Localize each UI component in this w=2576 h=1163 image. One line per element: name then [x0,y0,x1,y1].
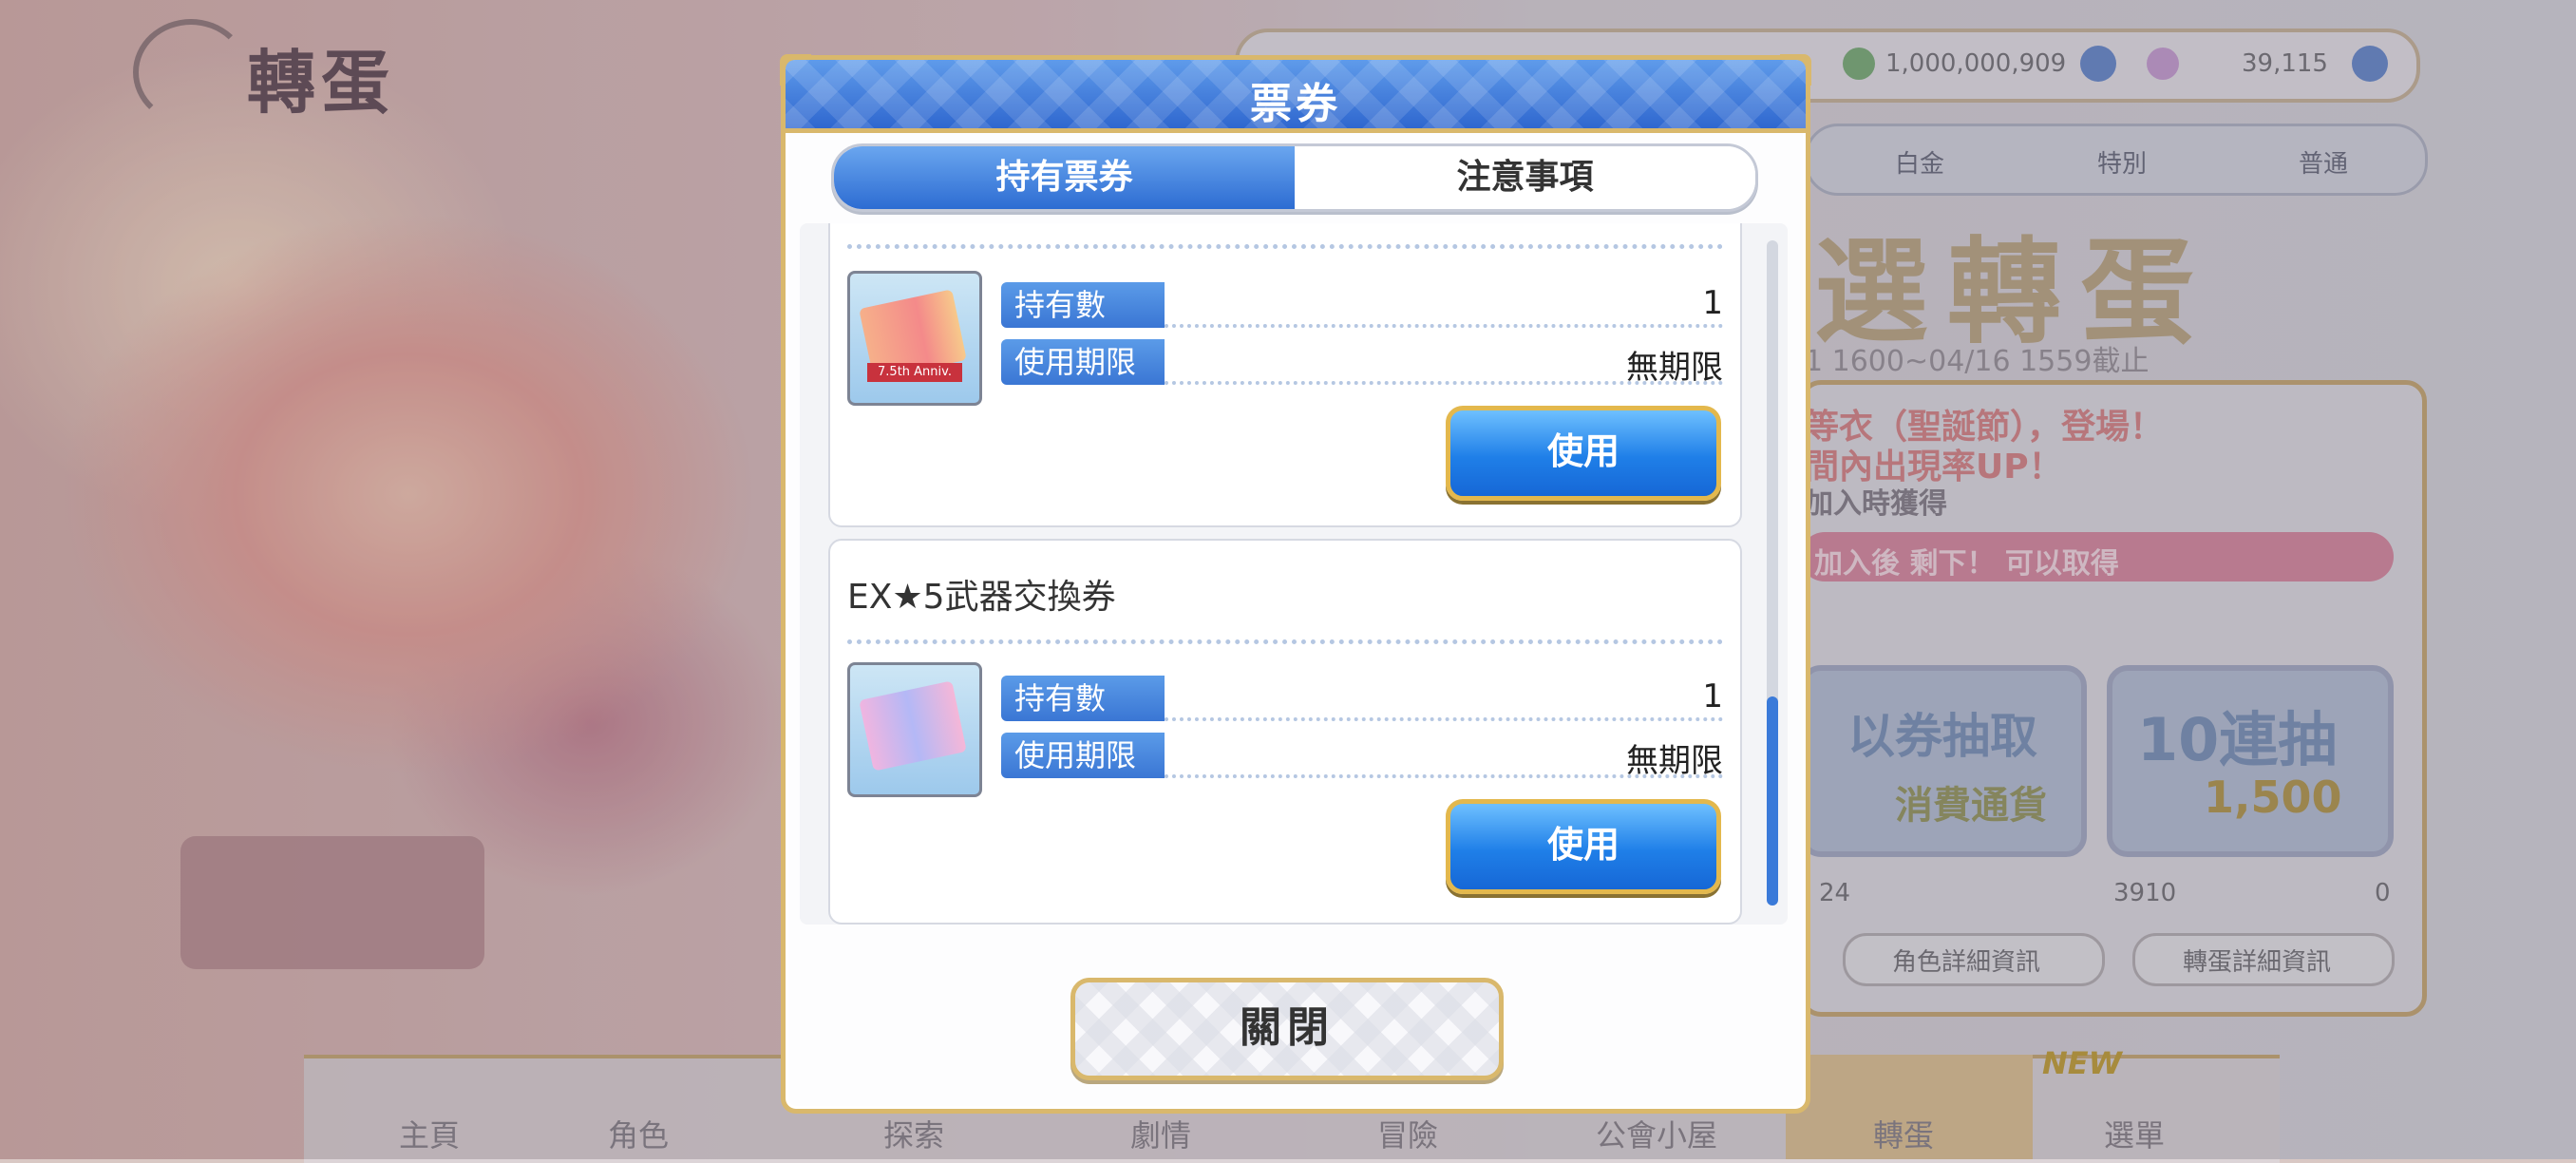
count-label: 持有數 [1001,282,1165,328]
count-value: 1 [1702,284,1723,322]
expiry-value: 無期限 [1626,742,1723,780]
use-ticket-button[interactable]: 使用 [1446,799,1721,894]
dialog-header: 票券 [786,60,1806,133]
divider [1165,324,1723,328]
dialog-tabs: 持有票券 注意事項 [831,143,1758,212]
divider [847,639,1723,644]
ticket-card: EX★5武器交換券 持有數 1 使用期限 無期限 使用 [828,539,1742,925]
divider [847,244,1723,249]
scrollbar[interactable] [1767,240,1778,906]
divider [1165,717,1723,721]
ticket-list[interactable]: 7.5th Anniv. 持有數 1 使用期限 無期限 使用 EX★5武器交換券… [800,223,1788,925]
tab-notes[interactable]: 注意事項 [1295,146,1755,209]
expiry-value: 無期限 [1626,349,1723,387]
count-value: 1 [1702,677,1723,715]
expiry-label: 使用期限 [1001,339,1165,385]
close-button[interactable]: 關閉 [1070,978,1504,1080]
use-ticket-button[interactable]: 使用 [1446,406,1721,501]
count-label: 持有數 [1001,676,1165,721]
corner-ornament-icon [780,54,811,86]
expiry-label: 使用期限 [1001,733,1165,778]
tab-owned-tickets[interactable]: 持有票券 [834,146,1295,209]
dialog-title: 票券 [1250,80,1341,128]
weapon-ticket-icon [847,662,982,797]
ticket-icon-text: 7.5th Anniv. [867,363,962,382]
ticket-dialog: 票券 持有票券 注意事項 7.5th Anniv. 持有數 1 使用期限 無期限… [780,54,1811,1114]
scrollbar-thumb[interactable] [1767,696,1778,906]
anniversary-ticket-icon: 7.5th Anniv. [847,271,982,406]
ticket-name: EX★5武器交換券 [847,578,1116,617]
corner-ornament-icon [1780,54,1811,86]
ticket-card: 7.5th Anniv. 持有數 1 使用期限 無期限 使用 [828,223,1742,527]
